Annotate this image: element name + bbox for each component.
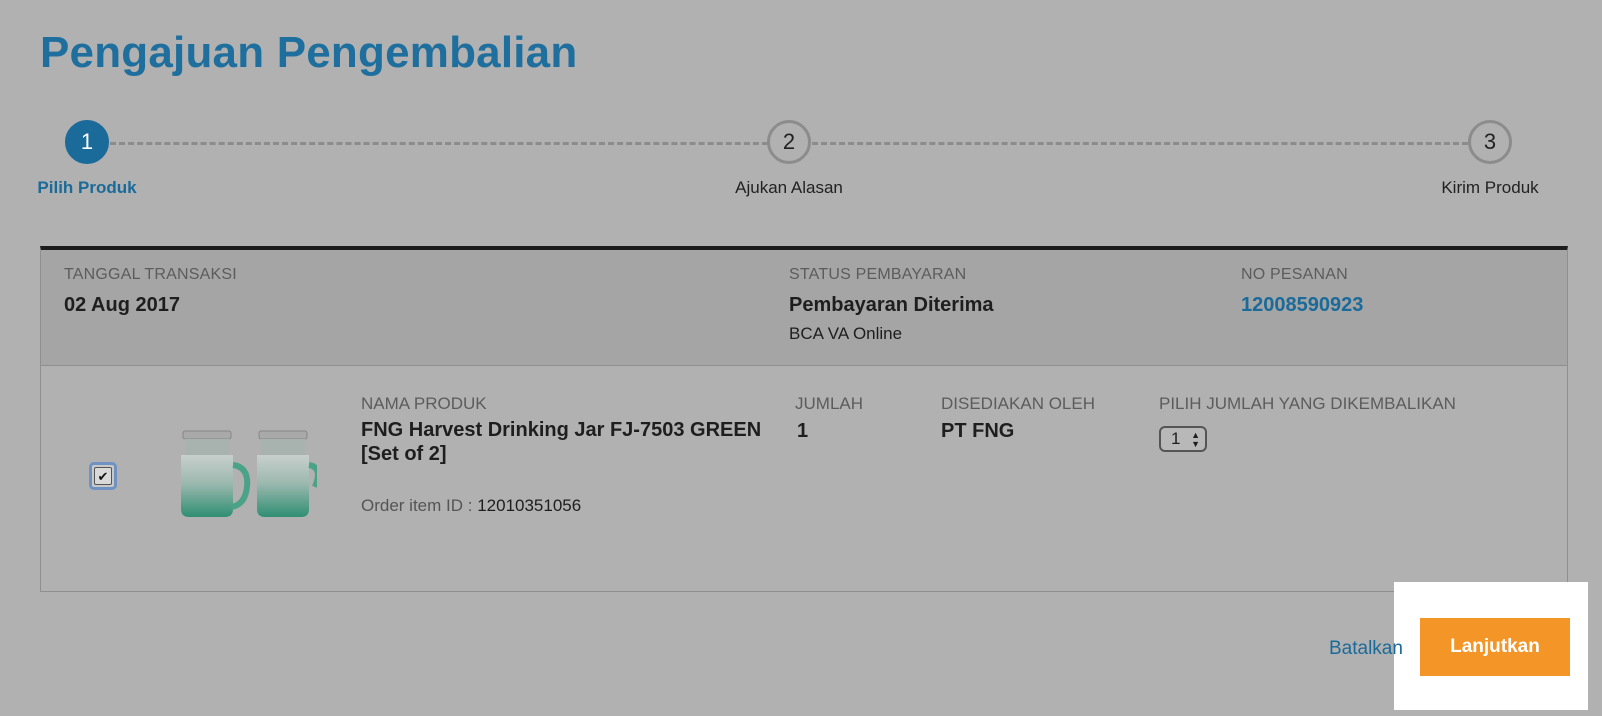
step-connector [812, 142, 1468, 145]
return-qty-label: PILIH JUMLAH YANG DIKEMBALIKAN [1159, 394, 1456, 413]
step-2-circle: 2 [767, 120, 811, 164]
continue-button[interactable]: Lanjutkan [1420, 618, 1570, 676]
order-header: TANGGAL TRANSAKSI 02 Aug 2017 STATUS PEM… [41, 250, 1567, 366]
payment-status-label: STATUS PEMBAYARAN [789, 266, 967, 283]
cancel-link[interactable]: Batalkan [1329, 638, 1403, 660]
step-3-circle: 3 [1468, 120, 1512, 164]
return-qty-value: 1 [1171, 429, 1181, 448]
order-number-label: NO PESANAN [1241, 266, 1348, 283]
jar-right [257, 430, 317, 517]
payment-method: BCA VA Online [789, 324, 903, 343]
payment-status: Pembayaran Diterima [789, 294, 994, 316]
order-item-id-value: 12010351056 [477, 496, 582, 515]
quantity-value: 1 [797, 420, 809, 442]
step-connector [110, 142, 768, 145]
quantity-label: JUMLAH [795, 394, 864, 413]
transaction-date: 02 Aug 2017 [64, 294, 180, 316]
product-image [181, 430, 317, 517]
product-name-label: NAMA PRODUK [361, 394, 487, 413]
order-item-id-label: Order item ID : [361, 496, 473, 515]
order-number-link[interactable]: 12008590923 [1241, 294, 1363, 317]
step-3-label: Kirim Produk [1441, 178, 1539, 197]
provider-label: DISEDIAKAN OLEH [941, 394, 1095, 413]
select-product-checkbox[interactable]: ✔ [89, 462, 117, 490]
product-name: FNG Harvest Drinking Jar FJ-7503 GREEN [… [361, 419, 762, 465]
page-title: Pengajuan Pengembalian [40, 28, 578, 77]
jar-left [181, 430, 251, 517]
sort-arrows-icon: ▲ ▼ [1191, 430, 1200, 449]
step-1-circle: 1 [65, 120, 109, 164]
check-icon: ✔ [94, 467, 112, 485]
step-2-label: Ajukan Alasan [735, 178, 843, 197]
order-item-id: Order item ID : 12010351056 [361, 496, 581, 516]
progress-stepper: 1 2 3 Pilih Produk Ajukan Alasan Kirim P… [0, 118, 1602, 208]
transaction-date-label: TANGGAL TRANSAKSI [64, 266, 237, 283]
provider-value: PT FNG [941, 420, 1015, 442]
order-card: TANGGAL TRANSAKSI 02 Aug 2017 STATUS PEM… [40, 246, 1568, 592]
return-qty-select[interactable]: 1 ▲ ▼ [1159, 426, 1207, 452]
step-1-label: Pilih Produk [37, 178, 137, 197]
